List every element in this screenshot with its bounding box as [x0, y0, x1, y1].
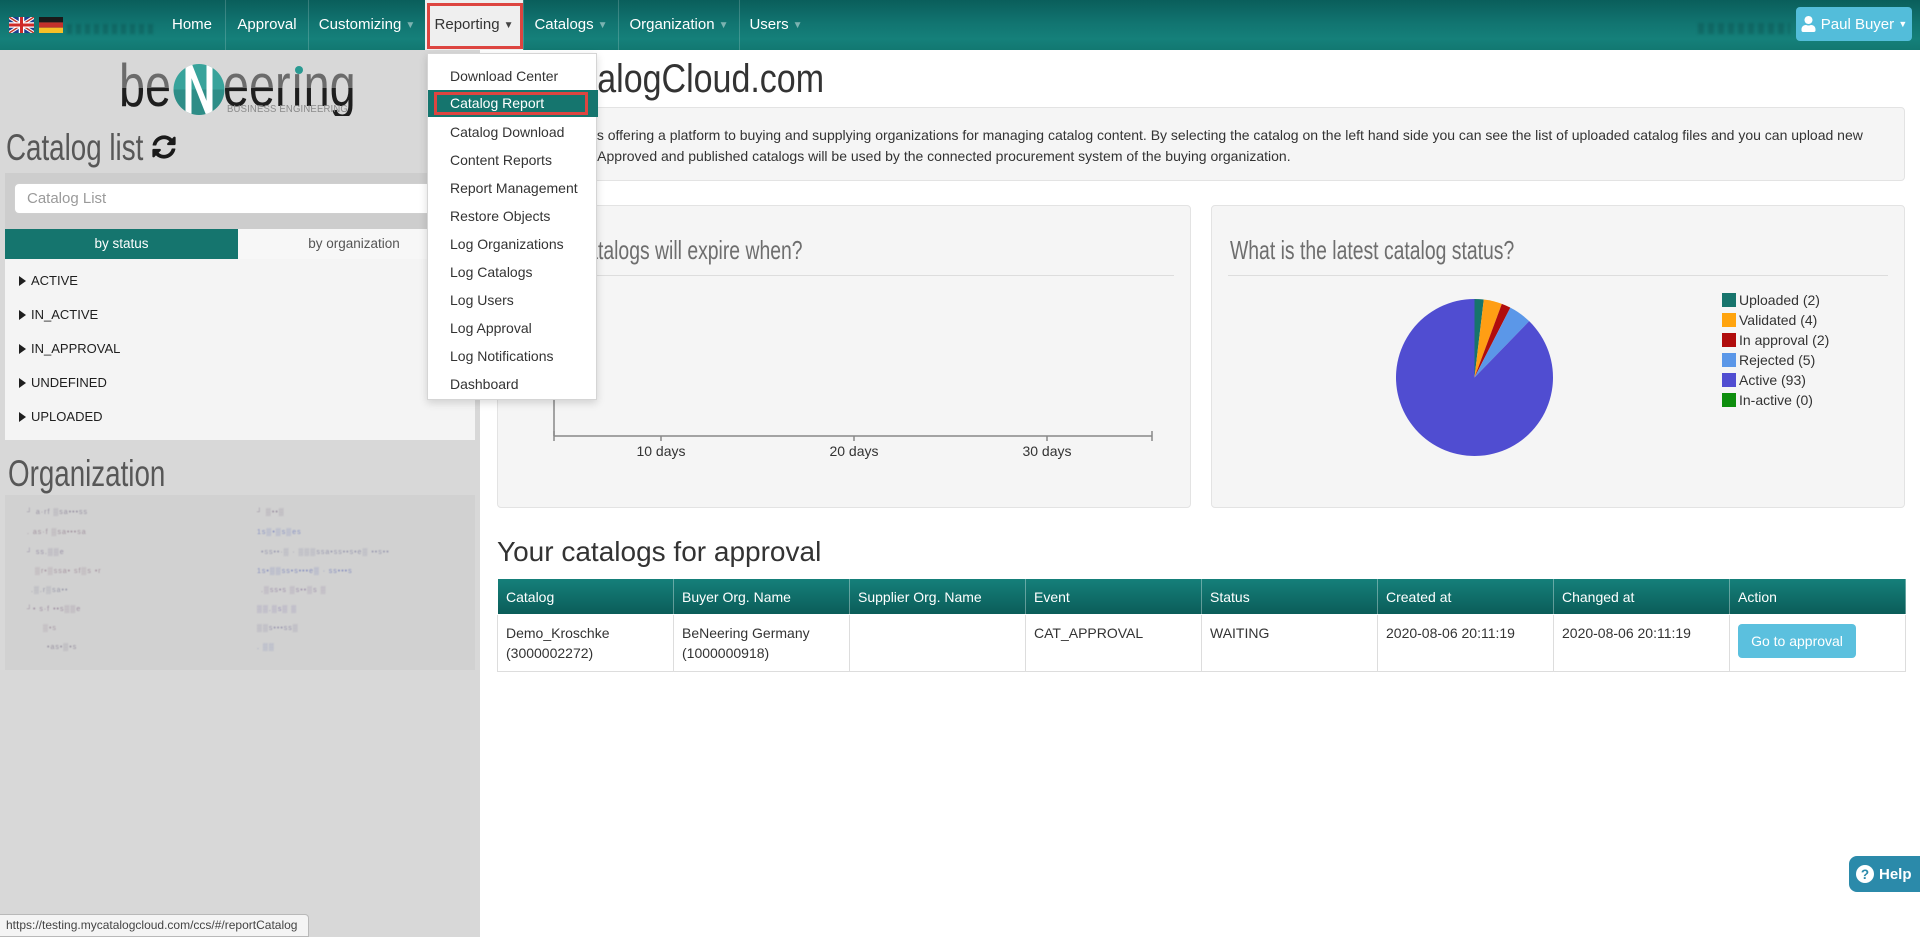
svg-text:?: ?: [1861, 867, 1869, 882]
svg-text:30 days: 30 days: [1022, 443, 1071, 459]
svg-text:20 days: 20 days: [829, 443, 878, 459]
svg-text:10 days: 10 days: [636, 443, 685, 459]
